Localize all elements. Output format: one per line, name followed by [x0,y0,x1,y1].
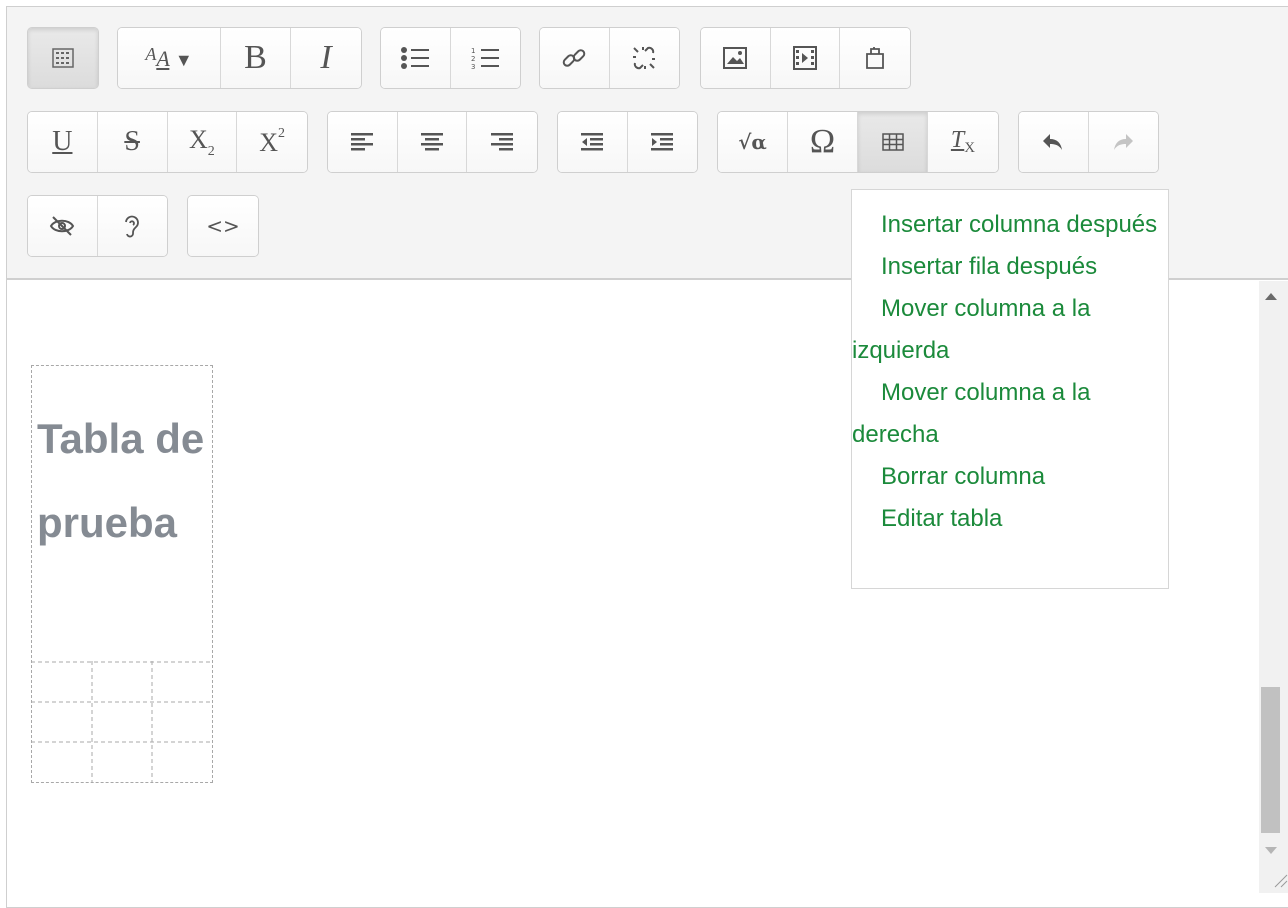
menu-item-edit-table[interactable]: Editar tabla [852,498,1168,540]
link-icon [562,49,586,67]
subscript-icon: X2 [188,124,215,159]
toolbar-toggle-button[interactable] [28,28,98,88]
superscript-button[interactable]: X2 [237,112,307,172]
manage-files-icon [866,47,885,69]
numbered-list-button[interactable]: 123 [450,28,520,88]
toolbar-files-group [700,27,911,89]
editor-scrollbar[interactable] [1259,281,1288,893]
scrollbar-thumb[interactable] [1261,687,1280,833]
superscript-icon: X2 [259,126,286,157]
manage-files-button[interactable] [840,28,910,88]
clear-format-button[interactable]: TX [928,112,998,172]
numbered-list-icon: 123 [471,47,500,70]
subscript-button[interactable]: X2 [167,112,238,172]
menu-item-insert-column-after[interactable]: Insertar columna después [852,204,1168,246]
indent-icon [651,133,674,151]
redo-button[interactable] [1088,112,1158,172]
clear-format-icon: TX [950,127,976,156]
font-style-icon: AA ▼ [145,44,193,71]
menu-item-insert-row-after[interactable]: Insertar fila después [852,246,1168,288]
bold-icon: B [244,39,267,76]
toolbar-html-group: <> [187,195,259,257]
equation-icon: √α [738,130,767,154]
toolbar-history-group [1018,111,1159,173]
toolbar-list-group: 123 [380,27,521,89]
special-char-button[interactable]: Ω [788,112,858,172]
image-icon [723,47,748,69]
toolbar-toggle-icon [52,48,74,68]
align-right-button[interactable] [467,112,537,172]
align-left-button[interactable] [328,112,398,172]
underline-icon: U [52,126,73,157]
table-cells-grid[interactable] [31,661,213,783]
outdent-icon [581,133,604,151]
undo-button[interactable] [1019,112,1089,172]
menu-item-delete-column[interactable]: Borrar columna [852,456,1168,498]
toolbar-link-group [539,27,680,89]
toolbar-format-group: U S X2 X2 [27,111,308,173]
toolbar-accessibility-group [27,195,168,257]
table-caption[interactable]: Tabla de prueba [37,397,207,565]
redo-icon [1114,134,1134,150]
italic-icon: I [320,39,332,76]
link-button[interactable] [540,28,610,88]
toolbar-collapse-group [27,27,99,89]
strikethrough-icon: S [124,126,140,157]
html-source-icon: <> [206,214,240,238]
image-button[interactable] [701,28,771,88]
unlink-button[interactable] [609,28,679,88]
italic-button[interactable]: I [291,28,361,88]
screenreader-helper-button[interactable] [97,196,167,256]
bullet-list-icon [401,47,430,69]
table-icon [881,133,904,151]
accessibility-checker-icon [50,216,75,236]
menu-item-move-column-left[interactable]: Mover columna a la izquierda [852,288,1168,372]
unlink-icon [633,46,656,70]
scroll-down-arrow-icon[interactable] [1265,847,1277,854]
font-style-button[interactable]: AA ▼ [118,28,221,88]
svg-text:3: 3 [471,63,475,70]
screenreader-helper-icon [125,215,140,238]
toolbar-indent-group [557,111,698,173]
resize-handle-icon[interactable] [1270,870,1288,888]
html-source-button[interactable]: <> [188,196,258,256]
bold-button[interactable]: B [221,28,291,88]
toolbar-style-group: AA ▼ B I [117,27,362,89]
table-button[interactable] [858,112,928,172]
accessibility-checker-button[interactable] [28,196,98,256]
align-center-icon [421,133,443,151]
svg-text:2: 2 [471,55,475,63]
undo-icon [1043,134,1063,150]
outdent-button[interactable] [558,112,628,172]
align-left-icon [351,133,374,151]
indent-button[interactable] [627,112,697,172]
equation-button[interactable]: √α [718,112,788,172]
media-icon [793,46,817,70]
table-context-menu: Insertar columna después Insertar fila d… [851,189,1169,589]
svg-text:1: 1 [471,47,475,55]
underline-button[interactable]: U [28,112,98,172]
toolbar-align-group [327,111,538,173]
special-char-icon: Ω [809,123,836,160]
scroll-up-arrow-icon[interactable] [1265,293,1277,300]
align-center-button[interactable] [397,112,468,172]
bullet-list-button[interactable] [381,28,451,88]
media-button[interactable] [770,28,841,88]
align-right-icon [491,133,514,151]
menu-item-move-column-right[interactable]: Mover columna a la derecha [852,372,1168,456]
toolbar-insert-group: √α Ω TX [717,111,999,173]
strikethrough-button[interactable]: S [97,112,168,172]
